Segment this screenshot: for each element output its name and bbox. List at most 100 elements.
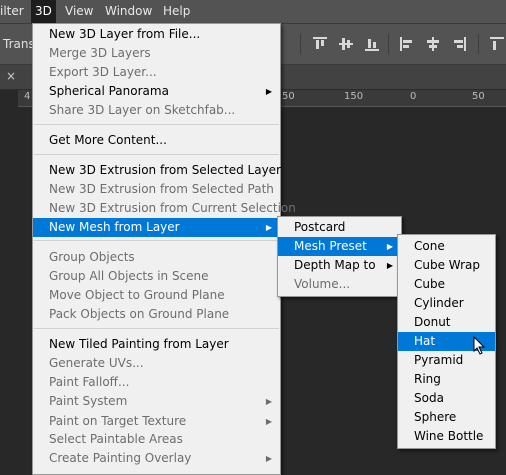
submenu-arrow-icon: ▶ [265, 223, 272, 232]
mesh-menu-item[interactable]: Mesh Preset ▶ [278, 237, 401, 256]
divider [388, 34, 389, 54]
close-tab-icon[interactable]: × [6, 69, 16, 83]
menubar: ilter 3D View Window Help [0, 0, 506, 24]
divider [478, 34, 479, 54]
menu-3d-item-label: Create Painting Overlay [49, 451, 192, 465]
menu-3d-item[interactable]: New 3D Layer from File... [33, 25, 280, 44]
mesh-preset-item-label: Cube Wrap [414, 258, 481, 272]
menu-separator [34, 124, 279, 125]
submenu-arrow-icon: ▶ [265, 454, 272, 463]
mesh-preset-item-label: Cone [414, 239, 445, 253]
align-left-icon[interactable] [400, 37, 414, 51]
ruler-label: 50 [282, 91, 295, 102]
mesh-preset-item-label: Sphere [414, 410, 457, 424]
menu-3d-item-label: Move Object to Ground Plane [49, 288, 225, 302]
menu-3d-dropdown: New 3D Layer from File... Merge 3D Layers… [32, 23, 296, 475]
menu-3d-item-label: New 3D Extrusion from Selected Layer [49, 163, 281, 177]
mesh-preset-item-label: Wine Bottle [414, 429, 484, 443]
mesh-preset-item[interactable]: Ring [398, 370, 495, 389]
mesh-preset-item-label: Donut [414, 315, 451, 329]
mesh-preset-item[interactable]: Cone [398, 237, 495, 256]
menu-3d-item: New 3D Extrusion from Selected Path [33, 180, 280, 199]
menu-3d-item[interactable]: Spherical Panorama ▶ [33, 82, 280, 101]
menu-3d-item-label: Spherical Panorama [49, 84, 169, 98]
mesh-menu-item-label: Volume... [294, 277, 351, 291]
submenu-arrow-icon: ▶ [386, 261, 393, 270]
mesh-menu-item[interactable]: Postcard [278, 218, 401, 237]
ruler-label: 150 [344, 91, 364, 102]
mesh-preset-item[interactable]: Donut [398, 313, 495, 332]
menu-3d-item[interactable]: Get More Content... [33, 131, 280, 150]
menu-3d-item: Paint System ▶ [33, 392, 280, 411]
align-top-icon[interactable] [313, 37, 327, 51]
submenu-arrow-icon: ▶ [265, 87, 272, 96]
menu-3d-item-label: Paint System [49, 394, 128, 408]
menu-view[interactable]: View [61, 0, 97, 23]
align-right-icon[interactable] [452, 37, 466, 51]
menu-3d-item: Share 3D Layer on Sketchfab... [33, 101, 280, 120]
menu-3d-item: Select Paintable Areas [33, 430, 280, 449]
menu-separator [34, 154, 279, 155]
menu-3d-item[interactable]: New 3D Extrusion from Selected Layer [33, 161, 281, 180]
menu-3d-item-label: New Tiled Painting from Layer [49, 337, 229, 351]
submenu-arrow-icon: ▶ [386, 242, 393, 251]
menu-3d-item: Move Object to Ground Plane [33, 286, 280, 305]
menu-3d-item[interactable]: New Tiled Painting from Layer [33, 335, 280, 354]
menu-3d-item: Paint on Target Texture ▶ [33, 412, 280, 431]
mesh-menu-item-label: Mesh Preset [294, 239, 367, 253]
mesh-preset-item[interactable]: Soda [398, 389, 495, 408]
tool-options-label: Trans [3, 37, 35, 51]
menu-separator [34, 240, 279, 241]
mesh-preset-item-label: Hat [414, 334, 436, 348]
menu-3d-item-label: Export 3D Layer... [49, 65, 157, 79]
menu-window[interactable]: Window [101, 0, 156, 23]
menu-3d[interactable]: 3D [31, 0, 56, 23]
menu-3d-item-label: Share 3D Layer on Sketchfab... [49, 103, 236, 117]
menu-3d-item-label: Group Objects [49, 250, 135, 264]
menu-3d-item-label: Paint on Target Texture [49, 414, 187, 428]
menu-3d-item-label: New Mesh from Layer [49, 220, 180, 234]
menu-3d-item-label: New 3D Layer from File... [49, 27, 201, 41]
mesh-preset-item[interactable]: Cylinder [398, 294, 495, 313]
mesh-menu-item-label: Depth Map to [294, 258, 376, 272]
mesh-preset-item[interactable]: Cube Wrap [398, 256, 495, 275]
mesh-preset-item-label: Cylinder [414, 296, 464, 310]
mesh-preset-item[interactable]: Wine Bottle [398, 427, 495, 446]
mesh-preset-item-label: Cube [414, 277, 445, 291]
mesh-menu-item[interactable]: Depth Map to ▶ [278, 256, 401, 275]
menu-filter[interactable]: ilter [0, 0, 28, 23]
ruler-label: 4 [24, 91, 31, 102]
menu-3d-item: Generate UVs... [33, 354, 280, 373]
menu-3d-item: Export 3D Layer... [33, 63, 280, 82]
menu-3d-item: Create Painting Overlay ▶ [33, 449, 280, 468]
menu-3d-item-label: New 3D Extrusion from Current Selection [49, 201, 296, 215]
mouse-cursor-icon [473, 336, 486, 355]
menu-3d-item-label: Merge 3D Layers [49, 46, 151, 60]
menu-3d-item: Pack Objects on Ground Plane [33, 305, 280, 324]
divider [300, 34, 301, 54]
menu-3d-item-label: Select Paintable Areas [49, 432, 183, 446]
mesh-preset-item-label: Ring [414, 372, 441, 386]
submenu-arrow-icon: ▶ [265, 397, 272, 406]
menu-3d-item[interactable]: New Mesh from Layer ▶ [33, 218, 280, 237]
mesh-preset-item-label: Soda [414, 391, 444, 405]
menu-3d-item: New 3D Extrusion from Current Selection [33, 199, 296, 218]
align-horizontal-center-icon[interactable] [426, 37, 440, 51]
mesh-menu-item-label: Postcard [294, 220, 346, 234]
menu-help[interactable]: Help [159, 0, 194, 23]
align-bottom-icon[interactable] [365, 37, 379, 51]
menu-3d-item-label: Group All Objects in Scene [49, 269, 209, 283]
menu-3d-item-label: New 3D Extrusion from Selected Path [49, 182, 274, 196]
ruler-label: 50 [472, 91, 485, 102]
menu-3d-item-label: Get More Content... [49, 133, 167, 147]
submenu-arrow-icon: ▶ [265, 417, 272, 426]
submenu-new-mesh-from-layer: Postcard Mesh Preset ▶ Depth Map to ▶ Volume.… [277, 216, 402, 297]
mesh-menu-item: Volume... [278, 275, 401, 294]
distribute-top-icon[interactable] [490, 37, 504, 51]
mesh-preset-item[interactable]: Sphere [398, 408, 495, 427]
mesh-preset-item[interactable]: Cube [398, 275, 495, 294]
menu-3d-item-label: Paint Falloff... [49, 375, 130, 389]
menu-3d-item: Group Objects [33, 248, 280, 267]
align-vertical-center-icon[interactable] [339, 37, 353, 51]
menu-separator [34, 328, 279, 329]
